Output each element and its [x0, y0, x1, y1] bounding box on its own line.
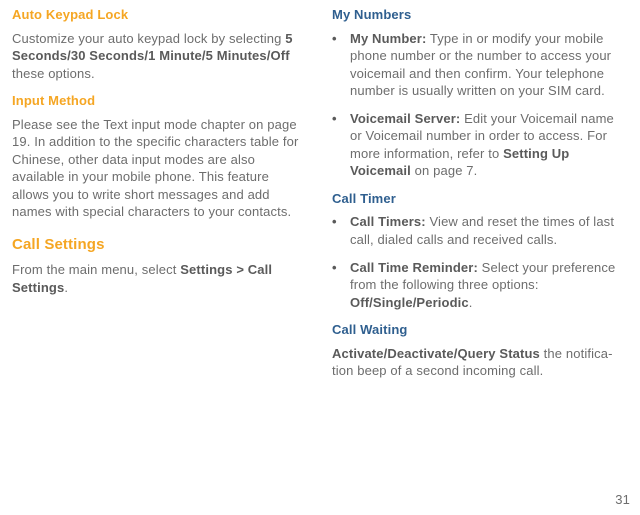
- list-item: •Call Timers: View and reset the times o…: [332, 213, 628, 248]
- heading-auto-keypad-lock: Auto Keypad Lock: [12, 6, 308, 24]
- heading-call-waiting: Call Waiting: [332, 321, 628, 339]
- heading-call-timer: Call Timer: [332, 190, 628, 208]
- bold-label: Call Timers:: [350, 214, 426, 229]
- text: Customize your auto keypad lock by selec…: [12, 31, 285, 46]
- list-item: •Call Time Reminder: Select your prefere…: [332, 259, 628, 312]
- list-call-timer: •Call Timers: View and reset the times o…: [332, 213, 628, 311]
- text: .: [469, 295, 473, 310]
- para-auto-keypad: Customize your auto keypad lock by selec…: [12, 30, 308, 83]
- bullet-icon: •: [332, 110, 337, 128]
- bullet-icon: •: [332, 259, 337, 277]
- right-column: My Numbers •My Number: Type in or modify…: [332, 6, 628, 388]
- heading-call-settings: Call Settings: [12, 235, 308, 255]
- manual-page: Auto Keypad Lock Customize your auto key…: [0, 0, 640, 388]
- bold-options: Off/Single/Periodic: [350, 295, 469, 310]
- text: .: [64, 280, 68, 295]
- page-number: 31: [615, 491, 630, 509]
- bold-label: Activate/Deactivate/Query Status: [332, 346, 540, 361]
- text: From the main menu, select: [12, 262, 180, 277]
- bullet-icon: •: [332, 213, 337, 231]
- left-column: Auto Keypad Lock Customize your auto key…: [12, 6, 308, 388]
- list-item: •Voicemail Server: Edit your Voicemail n…: [332, 110, 628, 180]
- para-call-settings: From the main menu, select Settings > Ca…: [12, 261, 308, 296]
- text: these options.: [12, 66, 95, 81]
- para-call-waiting: Activate/Deactivate/Query Status the not…: [332, 345, 628, 380]
- bold-label: Voicemail Server:: [350, 111, 460, 126]
- bold-label: Call Time Reminder:: [350, 260, 478, 275]
- heading-my-numbers: My Numbers: [332, 6, 628, 24]
- bullet-icon: •: [332, 30, 337, 48]
- heading-input-method: Input Method: [12, 92, 308, 110]
- para-input-method: Please see the Text input mode chapter o…: [12, 116, 308, 221]
- bold-label: My Number:: [350, 31, 426, 46]
- list-item: •My Number: Type in or modify your mobil…: [332, 30, 628, 100]
- text: on page 7.: [411, 163, 478, 178]
- list-my-numbers: •My Number: Type in or modify your mobil…: [332, 30, 628, 180]
